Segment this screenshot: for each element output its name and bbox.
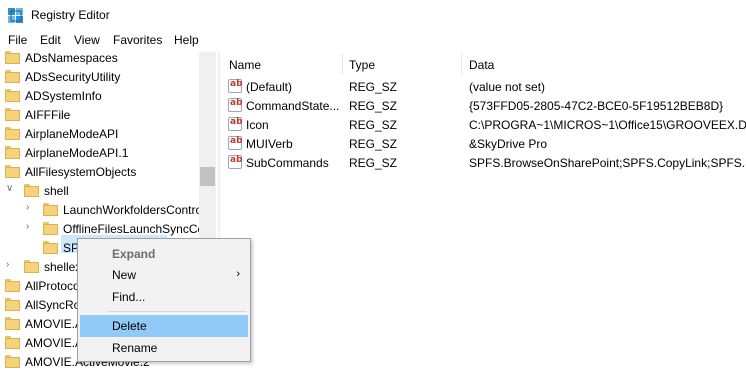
- menu-favorites[interactable]: Favorites: [113, 33, 162, 47]
- value-type: REG_SZ: [349, 118, 398, 132]
- context-menu-rename-label: Rename: [112, 341, 158, 355]
- chevron-right-icon[interactable]: ›: [26, 221, 29, 232]
- context-menu-delete[interactable]: Delete: [80, 315, 248, 337]
- folder-icon: [5, 107, 20, 122]
- tree-item-adsnamespaces[interactable]: ADsNamespaces: [0, 48, 200, 67]
- value-data: {573FFD05-2805-47C2-BCE0-5F19512BEB8D}: [469, 99, 724, 113]
- folder-icon: [5, 50, 20, 65]
- context-menu-find[interactable]: Find...: [80, 286, 248, 308]
- folder-icon: [5, 335, 20, 350]
- tree-item-shell[interactable]: ∨ shell: [0, 181, 200, 200]
- column-header-data[interactable]: Data: [469, 58, 494, 72]
- context-menu-find-label: Find...: [112, 290, 146, 304]
- folder-icon: [5, 278, 20, 293]
- folder-icon: [24, 183, 39, 198]
- column-separator[interactable]: [461, 54, 462, 74]
- tree-item-label: AirplaneModeAPI.1: [25, 146, 129, 160]
- tree-item-allfilesystemobjects[interactable]: AllFilesystemObjects: [0, 162, 200, 181]
- tree-item-label: AirplaneModeAPI: [25, 127, 119, 141]
- tree-item-offlinefiles[interactable]: › OfflineFilesLaunchSyncCe: [0, 219, 204, 238]
- menu-edit[interactable]: Edit: [40, 33, 61, 47]
- tree-item-airplanemodeapi[interactable]: AirplaneModeAPI: [0, 124, 200, 143]
- tree-item-adssecurityutility[interactable]: ADsSecurityUtility: [0, 67, 200, 86]
- string-value-icon: ab: [228, 79, 243, 93]
- value-row[interactable]: ab SubCommands REG_SZ SPFS.BrowseOnShare…: [220, 153, 746, 172]
- value-name: CommandState...: [246, 99, 340, 113]
- tree-item-adsysteminfo[interactable]: ADSystemInfo: [0, 86, 200, 105]
- column-header-name[interactable]: Name: [229, 58, 261, 72]
- tree-item-aifffile[interactable]: AIFFFile: [0, 105, 200, 124]
- string-value-icon: ab: [228, 98, 243, 112]
- folder-icon: [24, 259, 39, 274]
- folder-icon: [5, 145, 20, 160]
- tree-item-label: ADsSecurityUtility: [25, 70, 121, 84]
- value-data: &SkyDrive Pro: [469, 137, 548, 151]
- folder-icon: [5, 126, 20, 141]
- value-type: REG_SZ: [349, 99, 398, 113]
- string-value-icon: ab: [228, 117, 243, 131]
- folder-icon: [5, 164, 20, 179]
- tree-item-label: AIFFFile: [25, 108, 71, 122]
- value-row[interactable]: ab CommandState... REG_SZ {573FFD05-2805…: [220, 96, 746, 115]
- value-row[interactable]: ab Icon REG_SZ C:\PROGRA~1\MICROS~1\Offi…: [220, 115, 746, 134]
- context-menu-rename[interactable]: Rename: [80, 337, 248, 359]
- folder-icon: [43, 202, 58, 217]
- value-row[interactable]: ab MUIVerb REG_SZ &SkyDrive Pro: [220, 134, 746, 153]
- folder-icon: [5, 316, 20, 331]
- context-menu: Expand New › Find... Delete Rename: [77, 238, 251, 362]
- tree-item-label: shell: [44, 184, 69, 198]
- chevron-right-icon[interactable]: ›: [6, 259, 9, 270]
- tree-item-label: AllFilesystemObjects: [25, 165, 137, 179]
- context-menu-new[interactable]: New ›: [80, 264, 248, 286]
- value-name: MUIVerb: [246, 137, 293, 151]
- context-menu-delete-label: Delete: [112, 319, 147, 333]
- tree-scrollbar-thumb[interactable]: [200, 167, 215, 186]
- string-value-icon: ab: [228, 155, 243, 169]
- tree-item-airplanemodeapi-1[interactable]: AirplaneModeAPI.1: [0, 143, 200, 162]
- value-data: C:\PROGRA~1\MICROS~1\Office15\GROOVEEX.D…: [469, 118, 746, 132]
- tree-item-label: OfflineFilesLaunchSyncCe: [63, 222, 205, 236]
- value-row[interactable]: ab (Default) REG_SZ (value not set): [220, 77, 746, 96]
- title-bar: Registry Editor: [0, 0, 746, 30]
- value-name: SubCommands: [246, 156, 329, 170]
- folder-icon: [43, 221, 58, 236]
- string-value-icon: ab: [228, 136, 243, 150]
- value-type: REG_SZ: [349, 137, 398, 151]
- menu-bar: File Edit View Favorites Help: [0, 30, 746, 50]
- folder-icon: [5, 88, 20, 103]
- folder-icon: [5, 69, 20, 84]
- value-type: REG_SZ: [349, 156, 398, 170]
- value-type: REG_SZ: [349, 80, 398, 94]
- tree-item-launchworkfolders[interactable]: › LaunchWorkfoldersContro: [0, 200, 203, 219]
- context-menu-expand[interactable]: Expand: [80, 243, 248, 265]
- value-name: (Default): [246, 80, 293, 94]
- submenu-arrow-icon: ›: [236, 268, 240, 280]
- column-separator[interactable]: [342, 54, 343, 74]
- folder-icon: [5, 297, 20, 312]
- chevron-down-icon[interactable]: ∨: [6, 183, 13, 194]
- window-title: Registry Editor: [31, 8, 110, 22]
- menu-help[interactable]: Help: [174, 33, 199, 47]
- registry-icon: [8, 8, 23, 23]
- value-data: SPFS.BrowseOnSharePoint;SPFS.CopyLink;SP…: [469, 156, 746, 170]
- context-menu-expand-label: Expand: [112, 247, 156, 261]
- value-name: Icon: [246, 118, 269, 132]
- value-data: (value not set): [469, 80, 546, 94]
- menu-view[interactable]: View: [74, 33, 100, 47]
- chevron-right-icon[interactable]: ›: [26, 202, 29, 213]
- context-menu-separator: [108, 311, 246, 312]
- context-menu-new-label: New: [112, 268, 137, 282]
- tree-item-label: shellex: [44, 260, 82, 274]
- folder-icon: [43, 240, 58, 255]
- tree-item-label: ADsNamespaces: [25, 51, 118, 65]
- menu-file[interactable]: File: [8, 33, 27, 47]
- column-header-type[interactable]: Type: [349, 58, 375, 72]
- tree-item-label: LaunchWorkfoldersContro: [63, 203, 203, 217]
- tree-item-label: ADSystemInfo: [25, 89, 102, 103]
